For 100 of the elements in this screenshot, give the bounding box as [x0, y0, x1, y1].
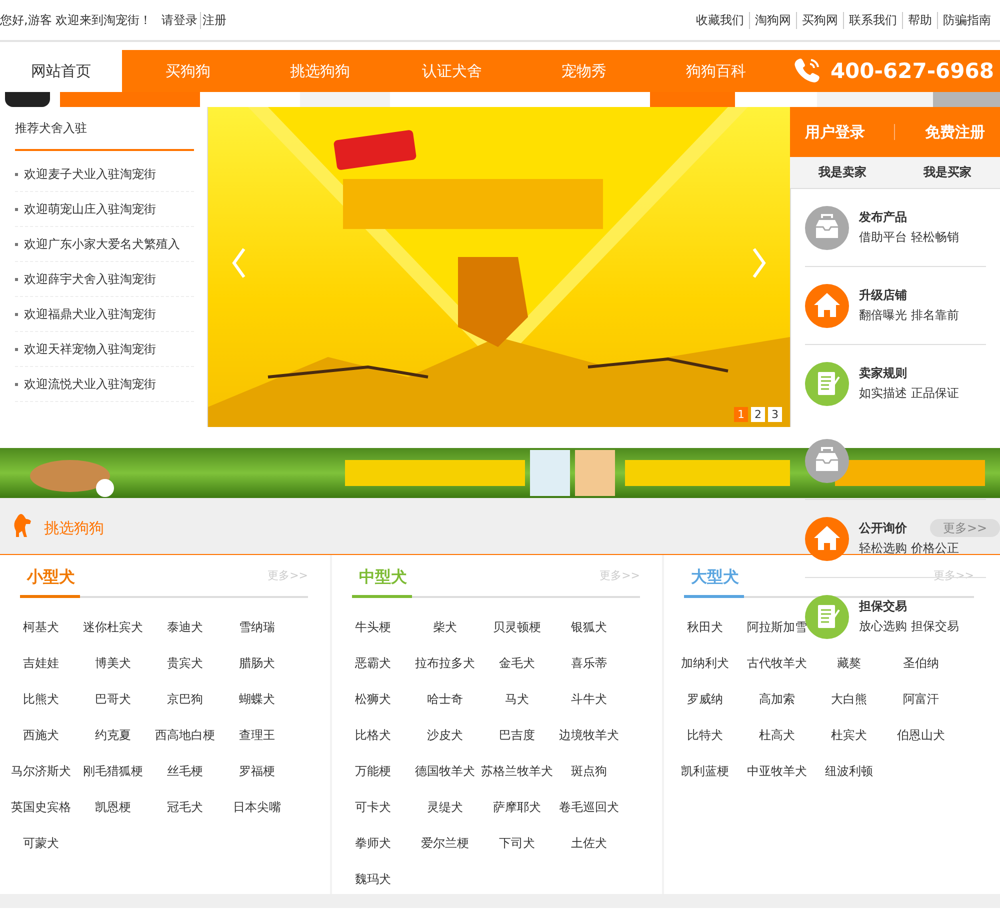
breed-link[interactable]: 刚毛猎狐梗 [83, 762, 143, 780]
breed-link[interactable]: 德国牧羊犬 [415, 762, 475, 780]
login-link[interactable]: 请登录 [162, 12, 198, 28]
breed-link[interactable]: 金毛犬 [499, 654, 535, 672]
breed-link[interactable]: 柴犬 [433, 618, 457, 636]
breed-link[interactable]: 爱尔兰梗 [421, 834, 469, 852]
breed-link[interactable]: 迷你杜宾犬 [83, 618, 143, 636]
breed-link[interactable]: 罗福梗 [239, 762, 275, 780]
section-title: 挑选狗狗 [44, 519, 104, 538]
breed-link[interactable]: 苏格兰牧羊犬 [481, 762, 553, 780]
breed-link[interactable]: 杜高犬 [759, 726, 795, 744]
breed-link[interactable]: 哈士奇 [427, 690, 463, 708]
breed-link[interactable]: 丝毛梗 [167, 762, 203, 780]
breed-link[interactable]: 西施犬 [23, 726, 59, 744]
top-link[interactable]: 买狗网 [796, 12, 843, 28]
breed-link[interactable]: 斗牛犬 [571, 690, 607, 708]
feature-subtitle: 如实描述 正品保证 [859, 385, 959, 402]
feature-subtitle: 轻松选购 价格公正 [859, 540, 959, 557]
panel-tab[interactable]: 我是买家 [895, 157, 1000, 188]
kennel-link[interactable]: 欢迎萌宠山庄入驻淘宠街 [24, 200, 156, 218]
breed-link[interactable]: 巴吉度 [499, 726, 535, 744]
breed-link[interactable]: 银狐犬 [571, 618, 607, 636]
breed-link[interactable]: 比格犬 [355, 726, 391, 744]
top-link[interactable]: 淘狗网 [749, 12, 796, 28]
breed-link[interactable]: 比熊犬 [23, 690, 59, 708]
breed-link[interactable]: 魏玛犬 [355, 870, 391, 888]
slide-page-button[interactable]: 2 [751, 407, 765, 422]
top-link[interactable]: 防骗指南 [937, 12, 996, 28]
breed-link[interactable]: 罗威纳 [687, 690, 723, 708]
feature-title: 卖家规则 [859, 365, 907, 382]
breed-link[interactable]: 高加索 [759, 690, 795, 708]
breed-link[interactable]: 伯恩山犬 [897, 726, 945, 744]
checkout-button-edge [933, 92, 1000, 107]
breed-link[interactable]: 贝灵顿梗 [493, 618, 541, 636]
breed-link[interactable]: 马尔济斯犬 [11, 762, 71, 780]
slide-page-button[interactable]: 3 [768, 407, 782, 422]
breed-link[interactable]: 阿拉斯加雪 [747, 618, 807, 636]
breed-link[interactable]: 凯利蓝梗 [681, 762, 729, 780]
kennel-link[interactable]: 欢迎麦子犬业入驻淘宠街 [24, 166, 156, 182]
nav-tab[interactable]: 网站首页 [0, 50, 122, 92]
breed-link[interactable]: 灵缇犬 [427, 798, 463, 816]
breed-link[interactable]: 贵宾犬 [167, 654, 203, 672]
breed-link[interactable]: 雪纳瑞 [239, 618, 275, 636]
breed-link[interactable]: 拉布拉多犬 [415, 654, 475, 672]
breed-link[interactable]: 秋田犬 [687, 618, 723, 636]
breed-link[interactable]: 纽波利顿 [825, 762, 873, 780]
notepad-icon [805, 362, 849, 406]
breed-link[interactable]: 恶霸犬 [355, 654, 391, 672]
breed-link[interactable]: 沙皮犬 [427, 726, 463, 744]
breed-link[interactable]: 腊肠犬 [239, 654, 275, 672]
breed-link[interactable]: 松狮犬 [355, 690, 391, 708]
breed-link[interactable]: 冠毛犬 [167, 798, 203, 816]
breed-link[interactable]: 英国史宾格 [11, 798, 71, 816]
breed-link[interactable]: 拳师犬 [355, 834, 391, 852]
register-link[interactable]: 注册 [200, 12, 227, 28]
breed-link[interactable]: 柯基犬 [23, 618, 59, 636]
breed-link[interactable]: 萨摩耶犬 [493, 798, 541, 816]
breed-link[interactable]: 京巴狗 [167, 690, 203, 708]
breed-link[interactable]: 喜乐蒂 [571, 654, 607, 672]
breed-link[interactable]: 日本尖嘴 [233, 798, 281, 816]
breed-link[interactable]: 可卡犬 [355, 798, 391, 816]
top-link[interactable]: 联系我们 [843, 12, 902, 28]
feature-title: 升级店铺 [859, 287, 907, 304]
kennel-link[interactable]: 欢迎流悦犬业入驻淘宠街 [24, 376, 156, 392]
breed-link[interactable]: 泰迪犬 [167, 618, 203, 636]
breed-link[interactable]: 圣伯纳 [903, 654, 939, 672]
top-link[interactable]: 帮助 [902, 12, 937, 28]
breed-link[interactable]: 卷毛巡回犬 [559, 798, 619, 816]
breed-link[interactable]: 古代牧羊犬 [747, 654, 807, 672]
top-link[interactable]: 收藏我们 [691, 12, 749, 28]
breed-link[interactable]: 大白熊 [831, 690, 867, 708]
breed-link[interactable]: 马犬 [505, 690, 529, 708]
bullet-icon [15, 382, 18, 386]
breed-link[interactable]: 凯恩梗 [95, 798, 131, 816]
breed-link[interactable]: 土佐犬 [571, 834, 607, 852]
breed-link[interactable]: 牛头梗 [355, 618, 391, 636]
breed-link[interactable]: 巴哥犬 [95, 690, 131, 708]
breed-link[interactable]: 查理王 [239, 726, 275, 744]
kennel-link[interactable]: 欢迎广东小家大爱名犬繁殖入 [24, 236, 180, 252]
kennel-link[interactable]: 欢迎薛宇犬舍入驻淘宠街 [24, 270, 156, 288]
kennel-link[interactable]: 欢迎天祥宠物入驻淘宠街 [24, 340, 156, 358]
breed-link[interactable]: 博美犬 [95, 654, 131, 672]
panel-tab[interactable]: 我是卖家 [790, 157, 895, 188]
welcome-text: 您好,游客 欢迎来到淘宠街！ [0, 12, 152, 28]
kennel-link[interactable]: 欢迎福鼎犬业入驻淘宠街 [24, 306, 156, 322]
breed-link[interactable]: 加纳利犬 [681, 654, 729, 672]
breed-link[interactable]: 吉娃娃 [23, 654, 59, 672]
breed-link[interactable]: 阿富汗 [903, 690, 939, 708]
breed-link[interactable]: 蝴蝶犬 [239, 690, 275, 708]
breed-link[interactable]: 藏獒 [837, 654, 861, 672]
breed-link[interactable]: 中亚牧羊犬 [747, 762, 807, 780]
breed-link[interactable]: 西高地白梗 [155, 726, 215, 744]
breed-link[interactable]: 万能梗 [355, 762, 391, 780]
breed-link[interactable]: 边境牧羊犬 [559, 726, 619, 744]
breed-link[interactable]: 下司犬 [499, 834, 535, 852]
breed-link[interactable]: 杜宾犬 [831, 726, 867, 744]
breed-link[interactable]: 比特犬 [687, 726, 723, 744]
breed-link[interactable]: 约克夏 [95, 726, 131, 744]
breed-link[interactable]: 斑点狗 [571, 762, 607, 780]
breed-link[interactable]: 可蒙犬 [23, 834, 59, 852]
